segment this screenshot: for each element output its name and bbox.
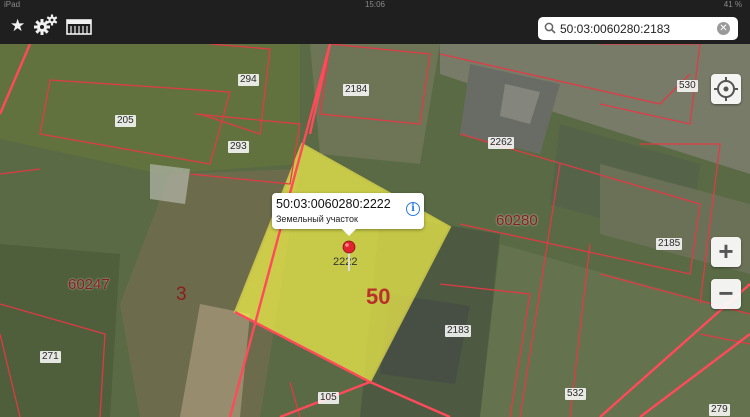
clear-search-icon[interactable]: ✕ (717, 22, 730, 35)
search-input[interactable] (560, 19, 710, 38)
layers-icon[interactable] (66, 17, 92, 37)
search-box[interactable]: ✕ (538, 17, 738, 40)
parcel-label[interactable]: 293 (228, 141, 249, 153)
region-label: 50 (366, 284, 391, 309)
clock: 15:06 (364, 0, 386, 9)
quarter-label: 60247 (68, 276, 110, 293)
parcel-label[interactable]: 279 (709, 404, 730, 416)
battery-level: 41 % (723, 0, 742, 9)
zoom-out-button[interactable]: − (711, 279, 741, 309)
district-label: 3 (176, 284, 187, 305)
parcel-label[interactable]: 105 (318, 392, 339, 404)
quarter-label: 60280 (496, 212, 538, 229)
parcel-label[interactable]: 2262 (488, 137, 515, 149)
parcel-label[interactable]: 2185 (656, 238, 683, 250)
parcel-label[interactable]: 530 (677, 80, 698, 92)
map-view[interactable]: 294 205 293 2184 530 2262 2185 2183 271 … (0, 44, 750, 417)
parcel-popup[interactable]: 50:03:0060280:2222 Земельный участок i (272, 193, 424, 236)
popup-title: 50:03:0060280:2222 (276, 197, 391, 211)
status-bar: iPad 15:06 41 % (0, 0, 750, 10)
top-toolbar: iPad 15:06 41 % ★ 50:03:0060280:2183 ✕ (0, 0, 750, 44)
search-icon (544, 22, 556, 34)
crosshair-icon (714, 77, 738, 101)
parcel-label[interactable]: 532 (565, 388, 586, 400)
parcel-label[interactable]: 2184 (343, 84, 370, 96)
info-icon[interactable]: i (406, 202, 420, 216)
parcel-label[interactable]: 205 (115, 115, 136, 127)
map-pin-icon[interactable] (342, 240, 356, 272)
popup-subtitle: Земельный участок (276, 214, 358, 224)
gears-icon[interactable] (33, 14, 59, 36)
zoom-in-button[interactable]: + (711, 237, 741, 267)
satellite-map (0, 44, 750, 417)
parcel-label[interactable]: 294 (238, 74, 259, 86)
star-icon[interactable]: ★ (10, 16, 28, 36)
locate-button[interactable] (711, 74, 741, 104)
parcel-label[interactable]: 271 (40, 351, 61, 363)
parcel-label[interactable]: 2183 (445, 325, 472, 337)
